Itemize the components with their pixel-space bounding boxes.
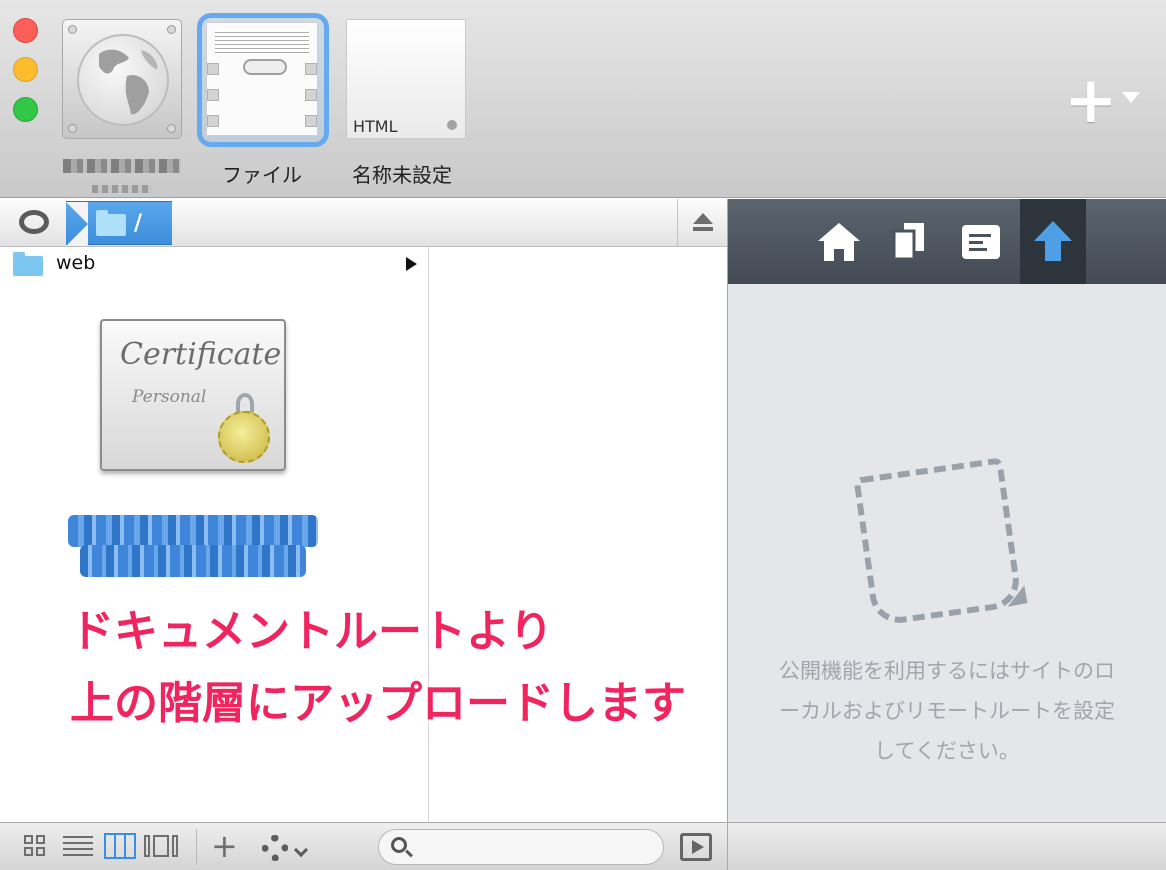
publish-panel: 公開機能を利用するにはサイトのロ ーカルおよびリモートルートを設定 してください… xyxy=(727,199,1166,822)
gear-icon xyxy=(262,835,288,861)
path-menu-button[interactable] xyxy=(0,199,66,246)
chevron-down-icon xyxy=(1122,92,1140,103)
list-item[interactable]: web xyxy=(0,249,428,279)
seal-icon xyxy=(218,411,270,463)
blurred-site-name-2 xyxy=(92,185,152,193)
tab-copy[interactable] xyxy=(876,199,942,284)
breadcrumb-root[interactable]: / xyxy=(66,201,172,246)
file-browser: web Certificate Personal ドキュメントルートより 上の階… xyxy=(0,247,727,822)
zoom-window-button[interactable] xyxy=(13,97,38,122)
copy-icon xyxy=(892,223,924,261)
selected-file-name-blurred[interactable] xyxy=(68,515,318,577)
add-site-button[interactable]: + xyxy=(1064,64,1144,138)
blurred-site-name xyxy=(63,159,181,173)
annotation-line-2: 上の階層にアップロードします xyxy=(70,678,686,729)
panel-footer xyxy=(727,823,1166,870)
certificate-subtitle: Personal xyxy=(132,387,207,407)
breadcrumb-label: / xyxy=(134,211,143,236)
search-icon xyxy=(391,837,407,853)
html-thumb-label: HTML xyxy=(353,117,398,136)
annotation-line-1: ドキュメントルートより xyxy=(70,606,554,657)
column-view-button[interactable] xyxy=(104,833,136,859)
bottom-toolbar: + xyxy=(0,822,1166,870)
site-label: 名称未設定 xyxy=(352,163,452,187)
globe-icon xyxy=(62,19,182,139)
minimize-window-button[interactable] xyxy=(13,57,38,82)
text-icon xyxy=(962,225,1000,259)
close-window-button[interactable] xyxy=(13,18,38,43)
search-input[interactable] xyxy=(419,836,655,858)
coverflow-view-button[interactable] xyxy=(144,833,180,859)
file-document-icon xyxy=(197,13,329,147)
certificate-title: Certificate xyxy=(120,337,282,372)
toolbar-divider xyxy=(196,829,197,865)
tab-publish[interactable] xyxy=(1020,199,1086,284)
disclosure-arrow-icon xyxy=(406,257,417,271)
site-item-untitled[interactable]: HTML 名称未設定 xyxy=(338,14,466,188)
preview-toggle-button[interactable] xyxy=(680,833,712,861)
plus-icon: + xyxy=(1064,64,1118,138)
action-menu-button[interactable] xyxy=(258,827,316,867)
site-item-blurred[interactable] xyxy=(58,14,186,193)
upload-arrow-icon xyxy=(1034,221,1072,261)
new-item-button[interactable]: + xyxy=(211,827,238,865)
site-label: ファイル xyxy=(222,163,302,187)
site-item-file[interactable]: ファイル xyxy=(197,13,329,188)
drop-zone-icon xyxy=(853,457,1023,627)
column-divider[interactable] xyxy=(428,247,429,822)
tab-text[interactable] xyxy=(948,199,1014,284)
tab-home[interactable] xyxy=(806,199,872,284)
chevron-down-icon xyxy=(293,842,309,858)
folder-icon xyxy=(96,210,126,236)
disconnect-button[interactable] xyxy=(677,199,727,246)
sites-toolbar: ファイル HTML 名称未設定 + xyxy=(0,0,1166,198)
home-icon xyxy=(818,223,860,261)
list-view-button[interactable] xyxy=(63,833,93,859)
eject-icon xyxy=(693,213,713,224)
panel-tabs xyxy=(728,199,1166,284)
folder-icon xyxy=(13,252,43,276)
publish-help-message: 公開機能を利用するにはサイトのロ ーカルおよびリモートルートを設定 してください… xyxy=(779,659,1115,763)
drop-zone-corner xyxy=(1004,585,1028,607)
html-page-icon: HTML xyxy=(342,19,466,139)
icon-view-button[interactable] xyxy=(24,833,48,859)
certificate-icon[interactable]: Certificate Personal xyxy=(100,319,286,471)
list-item-label: web xyxy=(56,252,96,274)
eye-icon xyxy=(19,210,49,234)
search-field[interactable] xyxy=(378,829,664,865)
path-bar: / xyxy=(0,199,727,247)
